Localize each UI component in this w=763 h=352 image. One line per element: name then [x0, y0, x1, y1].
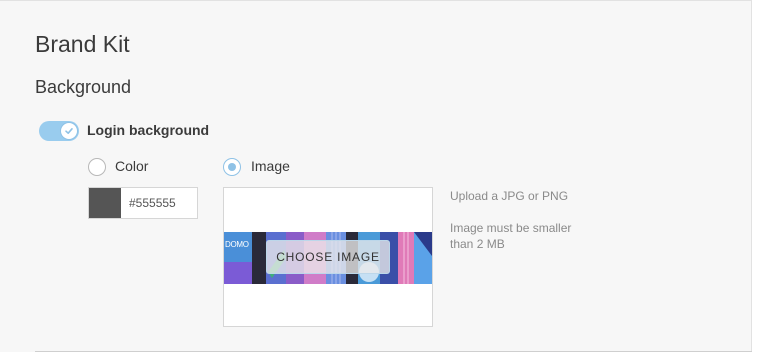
color-radio[interactable] — [88, 158, 106, 176]
login-background-toggle[interactable] — [39, 121, 79, 141]
domo-logo-text: DOMO — [225, 240, 249, 249]
login-background-label: Login background — [87, 122, 210, 138]
upload-format-hint: Upload a JPG or PNG — [450, 189, 569, 203]
image-radio-label[interactable]: Image — [251, 158, 290, 174]
color-swatch[interactable] — [89, 188, 121, 218]
color-picker[interactable]: #555555 — [88, 187, 198, 219]
upload-size-hint: Image must be smaller than 2 MB — [450, 221, 572, 251]
section-title: Background — [35, 77, 132, 97]
image-radio[interactable] — [223, 158, 241, 176]
image-preview: DOMO CHOOSE IMAGE — [223, 187, 433, 327]
color-radio-label[interactable]: Color — [115, 158, 148, 174]
checkmark-icon — [65, 128, 73, 134]
toggle-knob — [61, 123, 77, 139]
color-hex-value: #555555 — [129, 196, 176, 210]
brand-kit-panel: Brand Kit Background Login background Co… — [0, 0, 752, 352]
page-title: Brand Kit — [35, 31, 130, 57]
choose-image-button[interactable]: CHOOSE IMAGE — [266, 240, 390, 274]
